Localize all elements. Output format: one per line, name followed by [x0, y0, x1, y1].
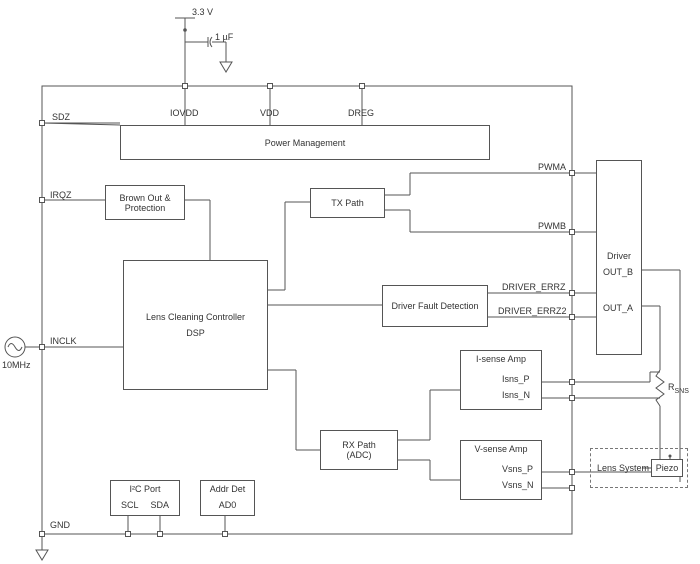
- isns-p-label: Isns_P: [502, 374, 530, 384]
- block-label: Brown Out &: [119, 193, 170, 203]
- block-label: TX Path: [331, 198, 364, 208]
- pin-driver-errz: DRIVER_ERRZ: [502, 282, 566, 292]
- pin-dreg: DREG: [348, 108, 374, 118]
- rsns-label: RSNS: [668, 382, 689, 395]
- supply-voltage: 3.3 V: [192, 7, 213, 17]
- pin-irqz: IRQZ: [50, 190, 72, 200]
- vsns-n-label: Vsns_N: [502, 480, 534, 490]
- pin-square: [359, 83, 365, 89]
- pin-square: [39, 197, 45, 203]
- block-label: I-sense Amp: [476, 354, 526, 364]
- block-lens-system: Lens System Piezo: [590, 448, 688, 488]
- block-label: Lens Cleaning Controller: [146, 312, 245, 322]
- pin-square: [182, 83, 188, 89]
- pin-square: [39, 120, 45, 126]
- pin-square: [157, 531, 163, 537]
- clock-label: 10MHz: [2, 360, 31, 370]
- block-isense: I-sense Amp: [460, 350, 542, 410]
- pin-square: [39, 531, 45, 537]
- block-brownout: Brown Out & Protection: [105, 185, 185, 220]
- block-tx-path: TX Path: [310, 188, 385, 218]
- isns-n-label: Isns_N: [502, 390, 530, 400]
- pin-inclk: INCLK: [50, 336, 77, 346]
- vsns-p-label: Vsns_P: [502, 464, 533, 474]
- pin-square: [569, 290, 575, 296]
- block-label: (ADC): [347, 450, 372, 460]
- block-label: V-sense Amp: [474, 444, 527, 454]
- block-i2c: I²C Port SCL SDA: [110, 480, 180, 516]
- block-power-management: Power Management: [120, 125, 490, 160]
- pin-square: [569, 469, 575, 475]
- lens-label: Lens System: [597, 463, 649, 473]
- pin-square: [569, 485, 575, 491]
- pin-square: [569, 229, 575, 235]
- block-label: Driver: [607, 251, 631, 261]
- pin-square: [569, 170, 575, 176]
- pin-pwma: PWMA: [538, 162, 566, 172]
- block-label: DSP: [186, 328, 205, 338]
- block-label: RX Path: [342, 440, 376, 450]
- addr-ad0: AD0: [219, 500, 237, 510]
- pin-driver-errz2: DRIVER_ERRZ2: [498, 306, 567, 316]
- pin-iovdd: IOVDD: [170, 108, 199, 118]
- pin-gnd: GND: [50, 520, 70, 530]
- pin-square: [222, 531, 228, 537]
- block-driver: Driver OUT_B OUT_A: [596, 160, 642, 355]
- pin-square: [569, 314, 575, 320]
- block-addr-det: Addr Det AD0: [200, 480, 255, 516]
- pin-square: [125, 531, 131, 537]
- supply-cap: 1 µF: [215, 32, 233, 42]
- pin-pwmb: PWMB: [538, 221, 566, 231]
- block-label: Driver Fault Detection: [391, 301, 478, 311]
- pin-sdz: SDZ: [52, 112, 70, 122]
- piezo-label: Piezo: [656, 463, 679, 473]
- pin-square: [267, 83, 273, 89]
- block-piezo: Piezo: [651, 459, 683, 477]
- block-label: Protection: [125, 203, 166, 213]
- block-rx-path: RX Path (ADC): [320, 430, 398, 470]
- i2c-scl: SCL: [121, 500, 139, 510]
- block-dsp: Lens Cleaning Controller DSP: [123, 260, 268, 390]
- pin-vdd: VDD: [260, 108, 279, 118]
- i2c-sda: SDA: [151, 500, 170, 510]
- block-label: Addr Det: [210, 484, 246, 494]
- pin-square: [569, 379, 575, 385]
- block-label: I²C Port: [129, 484, 160, 494]
- pin-square: [569, 395, 575, 401]
- pin-square: [39, 344, 45, 350]
- out-b-label: OUT_B: [603, 267, 633, 277]
- block-label: Power Management: [265, 138, 346, 148]
- block-fault-detect: Driver Fault Detection: [382, 285, 488, 327]
- out-a-label: OUT_A: [603, 303, 633, 313]
